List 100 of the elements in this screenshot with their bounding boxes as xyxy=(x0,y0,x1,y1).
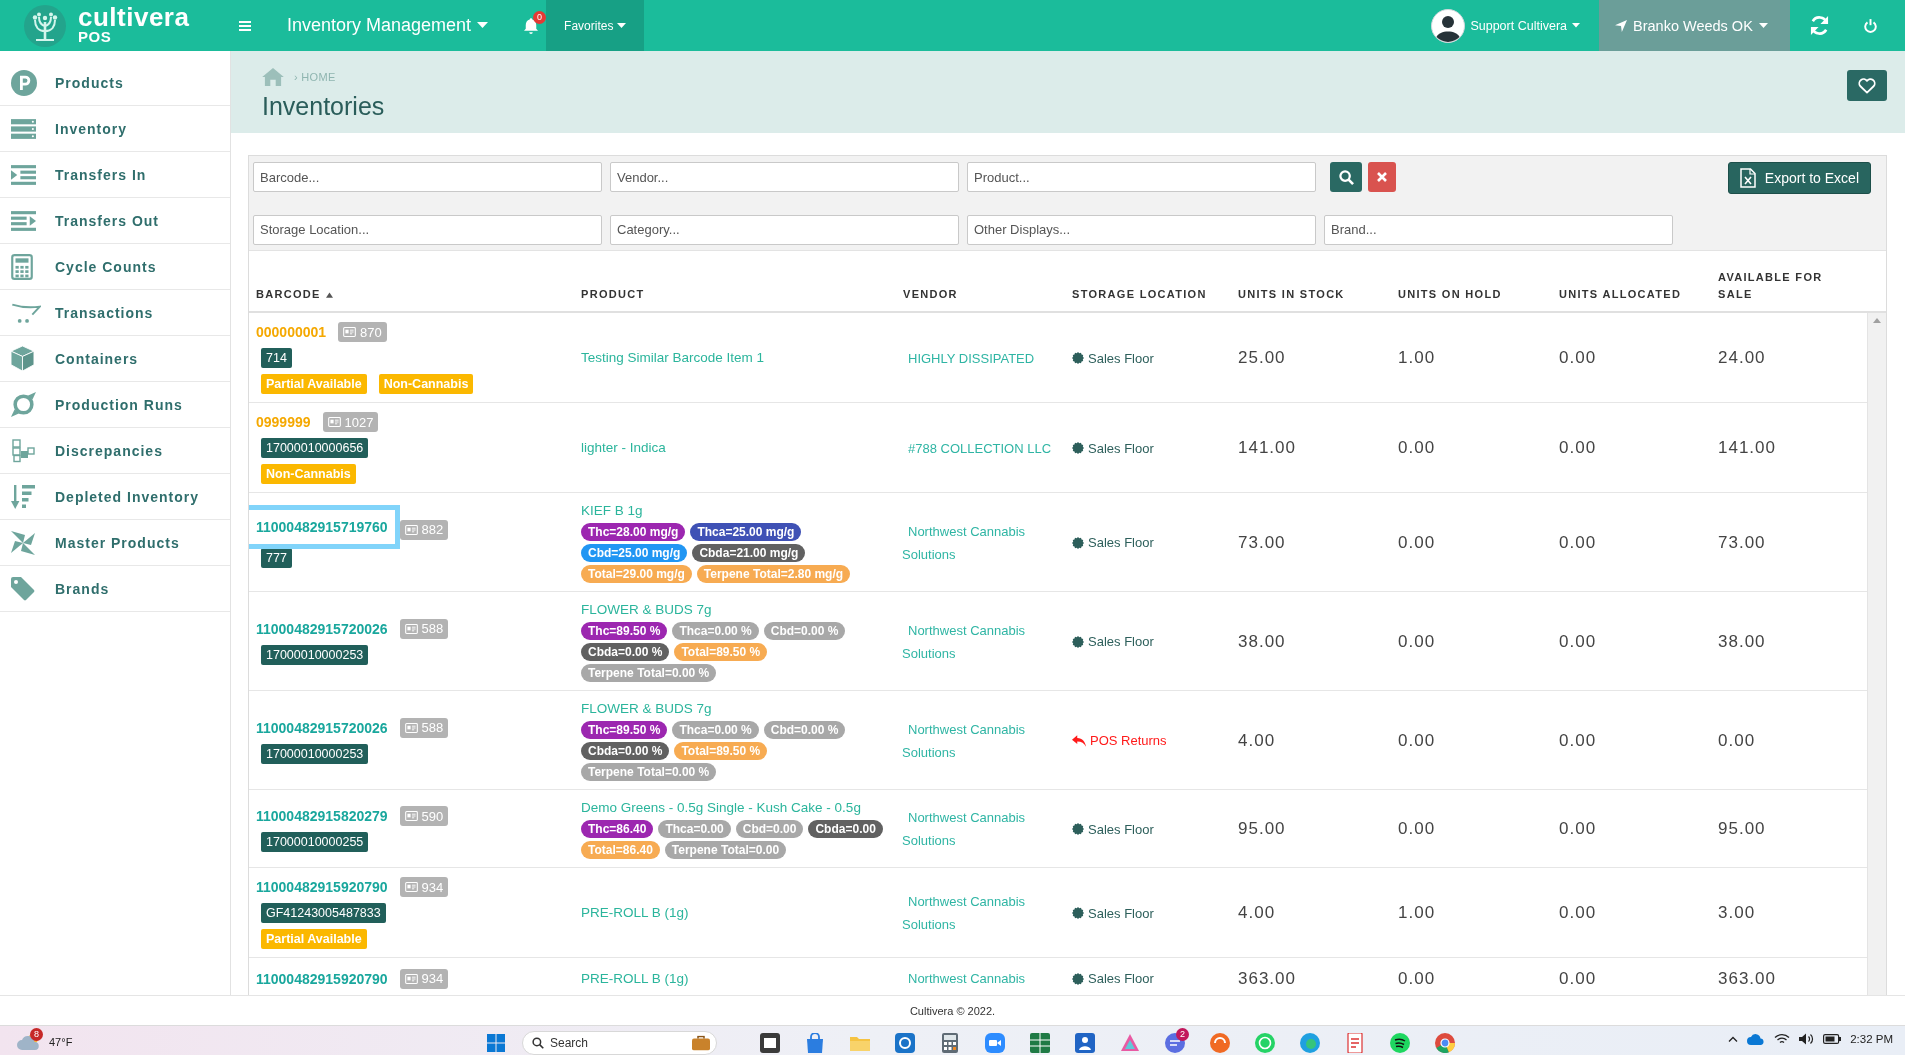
filter-field[interactable]: Barcode... xyxy=(253,162,602,192)
barcode-link[interactable]: 11000482915720026 xyxy=(256,619,388,638)
filter-field[interactable]: Storage Location... xyxy=(253,214,602,245)
sidebar-item[interactable]: Production Runs xyxy=(0,382,230,428)
sidebar-item[interactable]: Products xyxy=(0,60,230,106)
video-camera-tile-icon[interactable] xyxy=(985,1033,1005,1053)
table-cell-text: 0.00 xyxy=(1397,730,1437,751)
ring-circle-icon[interactable] xyxy=(1255,1033,1275,1053)
product-link[interactable]: Testing Similar Barcode Item 1 xyxy=(581,349,765,367)
clear-button[interactable] xyxy=(1368,162,1396,192)
column-header[interactable]: BARCODE xyxy=(256,286,333,303)
export-button[interactable]: Export to Excel xyxy=(1727,162,1871,194)
search-button[interactable] xyxy=(1330,162,1362,192)
column-header[interactable]: UNITS IN STOCK xyxy=(1238,286,1345,303)
window-tile-icon[interactable] xyxy=(760,1033,780,1053)
barcode-link[interactable]: 11000482915920790 xyxy=(256,969,388,988)
vendor-link[interactable]: Northwest Cannabis Solutions xyxy=(896,890,1065,936)
barcode-link[interactable]: 11000482915720026 xyxy=(256,718,388,737)
storage-location: Sales Floor xyxy=(1088,440,1154,456)
calculator-icon[interactable] xyxy=(940,1033,960,1053)
caret-icon xyxy=(1572,23,1580,28)
taskbar-search-field[interactable]: Search xyxy=(522,1031,717,1055)
vendor-link[interactable]: #788 COLLECTION LLC xyxy=(896,436,1065,460)
product-link[interactable]: PRE-ROLL B (1g) xyxy=(581,969,689,988)
barcode-link[interactable]: 11000482915820279 xyxy=(256,807,388,825)
sidebar-item[interactable]: Depleted Inventory xyxy=(0,474,230,520)
filter-field[interactable]: Category... xyxy=(610,214,959,245)
page-title: Inventories xyxy=(262,92,385,120)
code-badge: 777 xyxy=(261,547,292,568)
breadcrumb-link[interactable]: › HOME xyxy=(294,71,336,83)
product-link[interactable]: FLOWER & BUDS 7g xyxy=(581,601,712,619)
sidebar-item[interactable]: Brands xyxy=(0,566,230,612)
circle-tile-icon[interactable] xyxy=(895,1033,915,1053)
sidebar-item[interactable]: Transfers Out xyxy=(0,198,230,244)
product-link[interactable]: Demo Greens - 0.5g Single - Kush Cake - 0.5g xyxy=(581,799,861,817)
person-tile-icon[interactable] xyxy=(1075,1033,1095,1053)
product-link[interactable]: lighter - Indica xyxy=(581,439,666,457)
column-header[interactable]: UNITS ALLOCATED xyxy=(1559,286,1682,303)
speaker-icon[interactable] xyxy=(1799,1033,1815,1045)
filter-field[interactable]: Other Displays... xyxy=(967,214,1316,245)
filter-field[interactable]: Vendor... xyxy=(610,162,959,192)
table-cell-text: 0.00 xyxy=(1558,968,1598,989)
arc-circle-icon[interactable] xyxy=(1210,1033,1230,1053)
triangle-icon[interactable] xyxy=(1120,1033,1140,1053)
vendor-link[interactable]: Northwest Cannabis Solutions xyxy=(896,618,1065,665)
sidebar-item[interactable]: Cycle Counts xyxy=(0,244,230,290)
close-icon xyxy=(1377,172,1387,182)
spreadsheet-icon[interactable] xyxy=(1030,1033,1050,1053)
vendor-link[interactable]: Northwest Cannabis Solutions xyxy=(896,519,1065,566)
column-header[interactable]: UNITS ON HOLD xyxy=(1398,286,1502,303)
vendor-link[interactable]: Northwest Cannabis Solutions xyxy=(896,717,1065,764)
sidebar-item[interactable]: Inventory xyxy=(0,106,230,152)
storage-location: Sales Floor xyxy=(1088,535,1154,550)
sidebar-item[interactable]: Master Products xyxy=(0,520,230,566)
barcode-link[interactable]: 0999999 xyxy=(256,413,311,431)
notifications-button[interactable]: 0 xyxy=(519,0,544,51)
scrollbar-track[interactable] xyxy=(1867,313,1886,995)
wifi-icon[interactable] xyxy=(1774,1033,1791,1045)
sidebar-item[interactable]: Transactions xyxy=(0,290,230,336)
barcode-link[interactable]: 11000482915719760 xyxy=(249,504,400,549)
location-button[interactable]: Branko Weeds OK xyxy=(1599,0,1790,51)
barcode-link[interactable]: 000000001 xyxy=(256,323,327,341)
column-header[interactable]: AVAILABLE FOR SALE xyxy=(1718,269,1848,303)
cannabinoid-badge: Thc=28.00 mg/g xyxy=(581,523,686,541)
vendor-link[interactable]: Northwest Cannabis Solutions xyxy=(896,806,1065,852)
table-cell-text: 1.00 xyxy=(1397,348,1437,368)
user-menu-button[interactable]: Support Cultivera xyxy=(1431,0,1580,51)
sidebar-item[interactable]: Transfers In xyxy=(0,152,230,198)
sidebar-item[interactable]: Discrepancies xyxy=(0,428,230,474)
sound-waves-icon[interactable] xyxy=(1390,1033,1410,1053)
filter-field[interactable]: Brand... xyxy=(1324,214,1673,245)
cloud-icon[interactable] xyxy=(1747,1033,1766,1045)
document-icon[interactable] xyxy=(1345,1033,1365,1053)
vendor-link[interactable]: HIGHLY DISSIPATED xyxy=(896,346,1065,370)
vendor-link[interactable]: Northwest Cannabis xyxy=(896,967,1065,990)
filter-field[interactable]: Product... xyxy=(967,162,1316,192)
code-badge: 714 xyxy=(261,348,292,368)
battery-icon[interactable] xyxy=(1823,1034,1842,1044)
barcode-link[interactable]: 11000482915920790 xyxy=(256,878,388,896)
sidebar-item[interactable]: Containers xyxy=(0,336,230,382)
stacked-bars-icon xyxy=(11,118,36,139)
product-link[interactable]: PRE-ROLL B (1g) xyxy=(581,904,689,922)
browser-icon[interactable] xyxy=(1435,1033,1455,1053)
table-cell-text: 0.00 xyxy=(1397,968,1437,989)
column-header[interactable]: VENDOR xyxy=(903,286,958,303)
product-link[interactable]: KIEF B 1g xyxy=(581,502,643,520)
chevron-up-icon[interactable] xyxy=(1728,1036,1739,1042)
favorites-button[interactable]: Favorites xyxy=(546,0,645,51)
shopping-bag-icon[interactable] xyxy=(805,1033,825,1053)
dot-circle-icon[interactable] xyxy=(1300,1033,1320,1053)
windows-logo-icon[interactable] xyxy=(487,1034,505,1052)
column-header[interactable]: PRODUCT xyxy=(581,286,645,303)
cannabinoid-badge: Thca=0.00 % xyxy=(672,721,759,739)
module-menu-button[interactable]: Inventory Management xyxy=(287,0,489,51)
favorite-button[interactable] xyxy=(1847,70,1887,101)
column-header[interactable]: STORAGE LOCATION xyxy=(1072,286,1207,303)
reply-arrow-icon xyxy=(1072,734,1086,747)
id-number: 588 xyxy=(421,621,444,636)
seal-icon xyxy=(1072,907,1084,919)
product-link[interactable]: FLOWER & BUDS 7g xyxy=(581,700,712,718)
